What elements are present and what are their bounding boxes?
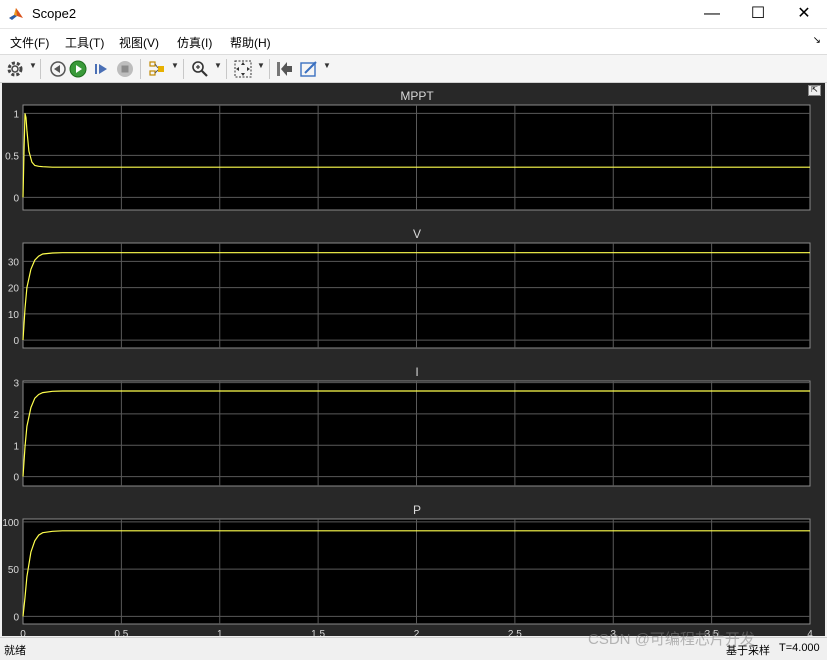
x-tick-label: 0 bbox=[20, 629, 26, 636]
settings-icon[interactable] bbox=[5, 59, 25, 79]
style-icon[interactable] bbox=[299, 59, 319, 79]
maximize-icon: ☐ bbox=[750, 5, 766, 22]
y-tick-label: 0.5 bbox=[5, 151, 19, 162]
matlab-logo-icon bbox=[9, 8, 23, 20]
axes-v[interactable]: V 0 10 20 30 bbox=[8, 227, 811, 349]
settings-dropdown-icon[interactable]: ▼ bbox=[29, 61, 37, 70]
menu-view[interactable]: 视图(V) bbox=[119, 34, 159, 51]
plot-title-mppt: MPPT bbox=[400, 89, 434, 103]
y-tick-label: 2 bbox=[13, 410, 19, 421]
plot-title-p: P bbox=[413, 503, 421, 517]
axes-mppt[interactable]: MPPT 0 0.5 1 bbox=[5, 89, 811, 211]
x-tick-label: 1 bbox=[217, 629, 223, 636]
toolbar-separator bbox=[226, 59, 227, 79]
x-tick-label: 0.5 bbox=[114, 629, 128, 636]
autoscale-dropdown-icon[interactable]: ▼ bbox=[257, 61, 265, 70]
menu-file[interactable]: 文件(F) bbox=[10, 34, 49, 51]
minimize-button[interactable]: — bbox=[689, 0, 735, 28]
style-dropdown-icon[interactable]: ▼ bbox=[323, 61, 331, 70]
menu-bar: 文件(F) 工具(T) 视图(V) 仿真(I) 帮助(H) ↘ bbox=[0, 29, 827, 55]
y-tick-label: 0 bbox=[13, 336, 19, 347]
scope-plot-area: ⇱ MPPT 0 0.5 1 V 0 10 20 30 I 0123 P 0 50 100 0… bbox=[2, 83, 825, 636]
plot-title-i: I bbox=[415, 365, 418, 379]
signal-selector-icon[interactable] bbox=[147, 59, 167, 79]
toolbar-separator bbox=[140, 59, 141, 79]
toolbar-separator bbox=[269, 59, 270, 79]
signal-selector-dropdown-icon[interactable]: ▼ bbox=[171, 61, 179, 70]
plot-title-v: V bbox=[413, 227, 421, 241]
step-forward-icon[interactable] bbox=[92, 59, 112, 79]
autoscale-icon[interactable] bbox=[233, 59, 253, 79]
menu-simulation[interactable]: 仿真(I) bbox=[177, 34, 212, 51]
toolbar: ▼ ▼ ▼ ▼ ▼ bbox=[0, 55, 827, 83]
menu-tools[interactable]: 工具(T) bbox=[65, 34, 104, 51]
minimize-icon: — bbox=[704, 5, 720, 22]
window-title: Scope2 bbox=[32, 6, 77, 21]
status-ready: 就绪 bbox=[4, 645, 26, 657]
y-tick-label: 1 bbox=[13, 109, 19, 120]
title-bar: Scope2 — ☐ ✕ bbox=[0, 0, 827, 29]
zoom-dropdown-icon[interactable]: ▼ bbox=[214, 61, 222, 70]
toolbar-separator bbox=[40, 59, 41, 79]
y-tick-label: 3 bbox=[13, 379, 19, 390]
step-back-icon[interactable] bbox=[47, 59, 67, 79]
x-tick-label: 2.5 bbox=[508, 629, 522, 636]
y-tick-label: 30 bbox=[8, 257, 20, 268]
y-tick-label: 1 bbox=[13, 441, 19, 452]
run-icon[interactable] bbox=[68, 59, 88, 79]
x-tick-label: 2 bbox=[414, 629, 420, 636]
y-tick-label: 0 bbox=[13, 473, 19, 484]
zoom-icon[interactable] bbox=[190, 59, 210, 79]
highlight-block-icon[interactable] bbox=[275, 59, 295, 79]
x-tick-label: 4 bbox=[807, 629, 813, 636]
toolbar-separator bbox=[183, 59, 184, 79]
axes-i[interactable]: I 0 1 2 3 bbox=[13, 365, 811, 487]
watermark: CSDN @可编程芯片开发 bbox=[588, 631, 755, 648]
menu-help[interactable]: 帮助(H) bbox=[230, 34, 271, 51]
maximize-button[interactable]: ☐ bbox=[735, 0, 781, 28]
y-tick-label: 0 bbox=[13, 612, 19, 623]
y-tick-label: 20 bbox=[8, 284, 20, 295]
scope-figure: MPPT 0 0.5 1 V 0 10 20 30 I 0 1 2 3 P 0 50 100 0 0.… bbox=[2, 89, 813, 636]
y-tick-label: 50 bbox=[8, 565, 20, 576]
y-tick-label: 0 bbox=[13, 193, 19, 204]
axes-p[interactable]: P 0 50 100 bbox=[2, 503, 811, 625]
y-tick-label: 10 bbox=[8, 310, 20, 321]
x-tick-label: 1.5 bbox=[311, 629, 325, 636]
stop-icon[interactable] bbox=[115, 59, 135, 79]
menu-overflow-icon[interactable]: ↘ bbox=[813, 35, 821, 46]
status-sim-time: T=4.000 bbox=[779, 642, 820, 654]
close-button[interactable]: ✕ bbox=[781, 0, 827, 28]
close-icon: ✕ bbox=[797, 5, 811, 22]
y-tick-label: 100 bbox=[2, 518, 19, 529]
